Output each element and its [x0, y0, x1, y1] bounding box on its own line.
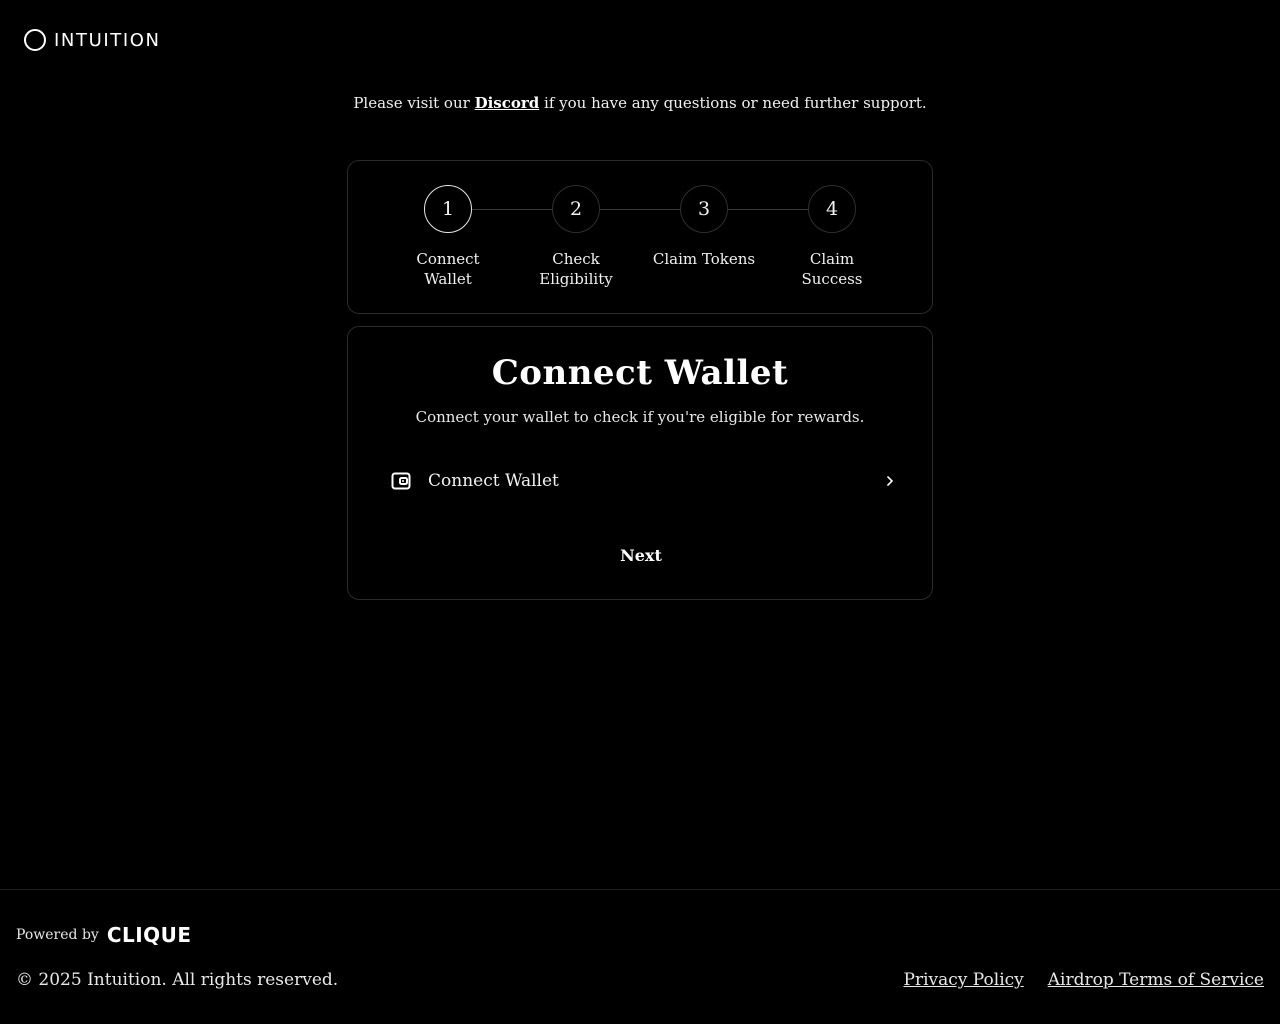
step-4: 4 Claim Success	[772, 185, 892, 289]
step-circle: 1	[424, 185, 472, 233]
step-circle: 3	[680, 185, 728, 233]
clique-logo: CLIQUE	[106, 923, 192, 947]
privacy-policy-link[interactable]: Privacy Policy	[904, 970, 1024, 990]
step-circle: 2	[552, 185, 600, 233]
support-suffix: if you have any questions or need furthe…	[539, 94, 927, 112]
powered-by-label: Powered by	[16, 927, 99, 943]
step-1: 1 Connect Wallet	[388, 185, 508, 289]
support-message: Please visit our Discord if you have any…	[0, 94, 1280, 112]
step-3: 3 Claim Tokens	[644, 185, 764, 269]
next-button[interactable]: Next	[591, 539, 691, 571]
connect-wallet-card: Connect Wallet Connect your wallet to ch…	[347, 326, 933, 600]
airdrop-terms-link[interactable]: Airdrop Terms of Service	[1048, 970, 1264, 990]
connect-wallet-button[interactable]: Connect Wallet	[380, 463, 900, 499]
step-label: Claim Tokens	[652, 250, 756, 268]
step-label: Check Eligibility	[539, 250, 613, 288]
wallet-icon	[390, 470, 412, 492]
step-label: Connect Wallet	[416, 250, 480, 288]
page-title: Connect Wallet	[491, 353, 789, 393]
discord-link[interactable]: Discord	[475, 94, 540, 112]
powered-by: Powered by CLIQUE	[16, 923, 192, 947]
footer-links: Privacy Policy Airdrop Terms of Service	[904, 970, 1264, 990]
stepper-card: 1 Connect Wallet 2 Check Eligibility 3 C…	[347, 160, 933, 314]
ring-logo-icon	[24, 29, 46, 51]
header: INTUITION	[24, 28, 161, 52]
chevron-right-icon	[880, 471, 900, 491]
support-prefix: Please visit our	[353, 94, 475, 112]
page-subtitle: Connect your wallet to check if you're e…	[415, 408, 865, 426]
footer: Powered by CLIQUE © 2025 Intuition. All …	[0, 889, 1280, 1024]
step-label: Claim Success	[801, 250, 863, 288]
copyright: © 2025 Intuition. All rights reserved.	[16, 970, 339, 990]
logo-text: INTUITION	[54, 29, 161, 51]
connect-wallet-label: Connect Wallet	[428, 471, 559, 491]
step-2: 2 Check Eligibility	[516, 185, 636, 289]
step-circle: 4	[808, 185, 856, 233]
